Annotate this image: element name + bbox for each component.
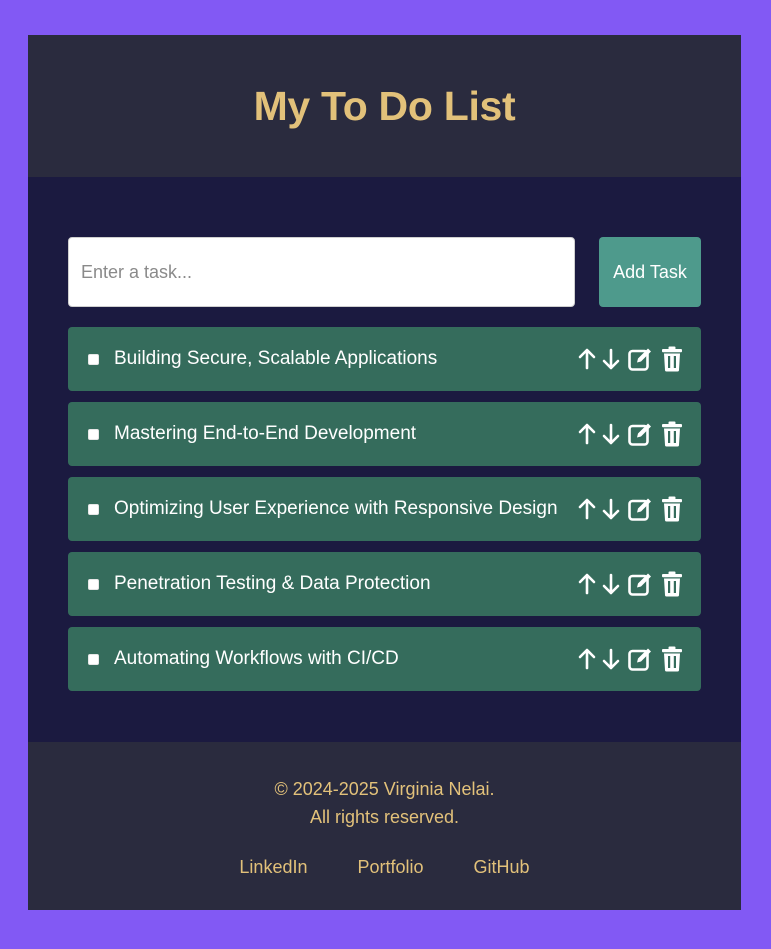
arrow-down-icon[interactable] (601, 422, 621, 446)
task-item: Mastering End-to-End Development (68, 402, 701, 466)
task-checkbox[interactable] (88, 653, 99, 665)
edit-icon[interactable] (627, 421, 653, 447)
task-checkbox[interactable] (88, 578, 99, 590)
trash-icon[interactable] (661, 571, 683, 597)
trash-icon[interactable] (661, 496, 683, 522)
task-item: Penetration Testing & Data Protection (68, 552, 701, 616)
page-title: My To Do List (253, 82, 516, 129)
task-text: Penetration Testing & Data Protection (114, 573, 431, 594)
portfolio-link[interactable]: Portfolio (357, 857, 423, 878)
linkedin-link[interactable]: LinkedIn (239, 857, 307, 878)
footer-links: LinkedIn Portfolio GitHub (28, 857, 741, 878)
task-form: Add Task (68, 237, 701, 307)
arrow-up-icon[interactable] (577, 497, 597, 521)
edit-icon[interactable] (627, 571, 653, 597)
arrow-up-icon[interactable] (577, 647, 597, 671)
trash-icon[interactable] (661, 421, 683, 447)
task-checkbox[interactable] (88, 428, 99, 440)
task-item: Automating Workflows with CI/CD (68, 627, 701, 691)
task-actions (577, 327, 683, 391)
task-text: Building Secure, Scalable Applications (114, 348, 438, 369)
add-task-button[interactable]: Add Task (599, 237, 701, 307)
task-actions (577, 552, 683, 616)
arrow-up-icon[interactable] (577, 572, 597, 596)
app-footer: © 2024-2025 Virginia Nelai. All rights r… (28, 742, 741, 910)
copyright-line: © 2024-2025 Virginia Nelai. (274, 779, 495, 799)
arrow-down-icon[interactable] (601, 647, 621, 671)
task-actions (577, 477, 683, 541)
task-input[interactable] (68, 237, 575, 307)
arrow-up-icon[interactable] (577, 422, 597, 446)
github-link[interactable]: GitHub (474, 857, 530, 878)
task-item: Building Secure, Scalable Applications (68, 327, 701, 391)
task-list: Building Secure, Scalable Applications M… (68, 327, 701, 702)
todo-app: My To Do List Add Task Building Secure, … (28, 35, 741, 910)
rights-line: All rights reserved. (309, 807, 460, 827)
task-actions (577, 402, 683, 466)
task-text: Optimizing User Experience with Responsi… (114, 498, 558, 519)
task-checkbox[interactable] (88, 503, 99, 515)
main-panel: Add Task Building Secure, Scalable Appli… (28, 177, 741, 742)
app-header: My To Do List (28, 35, 741, 177)
trash-icon[interactable] (661, 646, 683, 672)
trash-icon[interactable] (661, 346, 683, 372)
task-text: Automating Workflows with CI/CD (114, 648, 399, 669)
arrow-down-icon[interactable] (601, 497, 621, 521)
edit-icon[interactable] (627, 346, 653, 372)
task-item: Optimizing User Experience with Responsi… (68, 477, 701, 541)
arrow-down-icon[interactable] (601, 572, 621, 596)
arrow-down-icon[interactable] (601, 347, 621, 371)
task-text: Mastering End-to-End Development (114, 423, 417, 444)
edit-icon[interactable] (627, 646, 653, 672)
arrow-up-icon[interactable] (577, 347, 597, 371)
task-checkbox[interactable] (88, 353, 99, 365)
task-actions (577, 627, 683, 691)
edit-icon[interactable] (627, 496, 653, 522)
copyright: © 2024-2025 Virginia Nelai. All rights r… (28, 775, 741, 831)
